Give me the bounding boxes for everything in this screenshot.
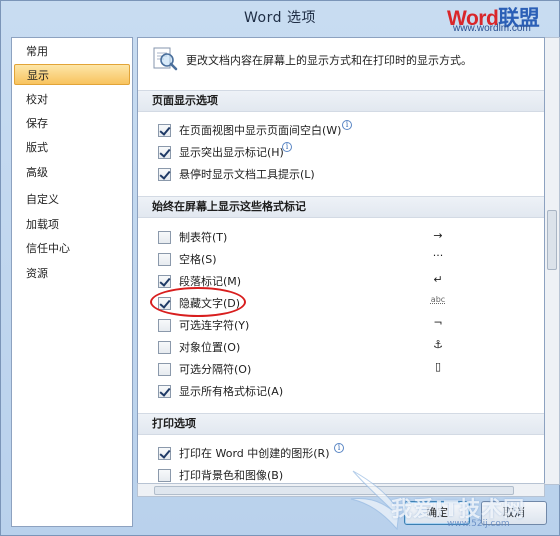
option-label: 显示突出显示标记(H) <box>179 146 284 159</box>
options-panel: 更改文档内容在屏幕上的显示方式和在打印时的显示方式。 页面显示选项 在页面视图中… <box>137 37 545 485</box>
option-label: 打印在 Word 中创建的图形(R) <box>179 447 330 460</box>
title-bar[interactable]: Word 选项 Word联盟 www.wordlm.com <box>1 1 559 36</box>
scroll-thumb[interactable] <box>154 486 514 495</box>
break-mark-icon: ▯ <box>434 360 442 373</box>
space-mark-icon: ··· <box>432 249 444 262</box>
option-label: 在页面视图中显示页面间空白(W) <box>179 124 342 137</box>
info-icon[interactable]: i <box>342 120 352 130</box>
section-format-marks: 始终在屏幕上显示这些格式标记 <box>138 196 544 218</box>
checkbox-print-background[interactable] <box>158 469 171 482</box>
vertical-scrollbar[interactable] <box>545 37 560 485</box>
option-label: 可选连字符(Y) <box>179 319 250 332</box>
section-print: 打印选项 <box>138 413 544 435</box>
sidebar-item-xinren[interactable]: 信任中心 <box>14 238 130 259</box>
banner-description: 更改文档内容在屏幕上的显示方式和在打印时的显示方式。 <box>186 54 472 67</box>
sidebar-item-ziyuan[interactable]: 资源 <box>14 263 130 284</box>
cancel-button[interactable]: 取消 <box>481 501 547 525</box>
option-label: 可选分隔符(O) <box>179 363 252 376</box>
checkbox-show-highlight[interactable] <box>158 146 171 159</box>
sidebar-item-xianshi[interactable]: 显示 <box>14 64 130 85</box>
sidebar-item-jiazaixiang[interactable]: 加载项 <box>14 214 130 235</box>
option-label: 对象位置(O) <box>179 341 241 354</box>
hyphen-mark-icon: ¬ <box>433 316 443 329</box>
category-sidebar: 常用 显示 校对 保存 版式 高级 自定义 加载项 信任中心 资源 <box>11 37 133 527</box>
checkbox-spaces[interactable] <box>158 253 171 266</box>
checkbox-show-all-marks[interactable] <box>158 385 171 398</box>
option-label: 悬停时显示文档工具提示(L) <box>179 168 315 181</box>
panel-banner: 更改文档内容在屏幕上的显示方式和在打印时的显示方式。 <box>138 38 544 80</box>
sidebar-item-zidingyi[interactable]: 自定义 <box>14 189 130 210</box>
horizontal-scrollbar[interactable] <box>137 483 545 497</box>
anchor-icon: ⚓ <box>433 338 443 351</box>
option-label: 制表符(T) <box>179 231 228 244</box>
sidebar-item-baocun[interactable]: 保存 <box>14 113 130 134</box>
checkbox-optional-breaks[interactable] <box>158 363 171 376</box>
logo-url: www.wordlm.com <box>453 23 531 34</box>
checkbox-show-tooltips[interactable] <box>158 168 171 181</box>
checkbox-paragraph-marks[interactable] <box>158 275 171 288</box>
tab-mark-icon: → <box>433 229 443 242</box>
hidden-text-mark-icon: abc <box>430 295 446 304</box>
info-icon[interactable]: i <box>334 443 344 453</box>
section-page-display: 页面显示选项 <box>138 90 544 112</box>
checkbox-optional-hyphens[interactable] <box>158 319 171 332</box>
checkbox-print-drawings[interactable] <box>158 447 171 460</box>
sidebar-item-jiaodui[interactable]: 校对 <box>14 89 130 110</box>
option-label: 显示所有格式标记(A) <box>179 385 284 398</box>
highlight-circle <box>150 287 246 317</box>
paragraph-mark-icon: ↵ <box>433 273 443 286</box>
sidebar-item-changyong[interactable]: 常用 <box>14 41 130 62</box>
sidebar-item-gaoji[interactable]: 高级 <box>14 162 130 183</box>
info-icon[interactable]: i <box>282 142 292 152</box>
sidebar-item-banshi[interactable]: 版式 <box>14 137 130 158</box>
checkbox-show-whitespace[interactable] <box>158 124 171 137</box>
ok-button[interactable]: 确定 <box>404 501 470 525</box>
option-label: 打印背景色和图像(B) <box>179 469 284 482</box>
checkbox-tab-chars[interactable] <box>158 231 171 244</box>
magnifier-page-icon <box>153 47 178 71</box>
checkbox-object-anchors[interactable] <box>158 341 171 354</box>
option-label: 空格(S) <box>179 253 217 266</box>
site-logo: Word联盟 www.wordlm.com <box>447 2 557 36</box>
word-options-dialog: Word 选项 Word联盟 www.wordlm.com 常用 显示 校对 保… <box>0 0 560 536</box>
scroll-thumb[interactable] <box>547 210 557 270</box>
